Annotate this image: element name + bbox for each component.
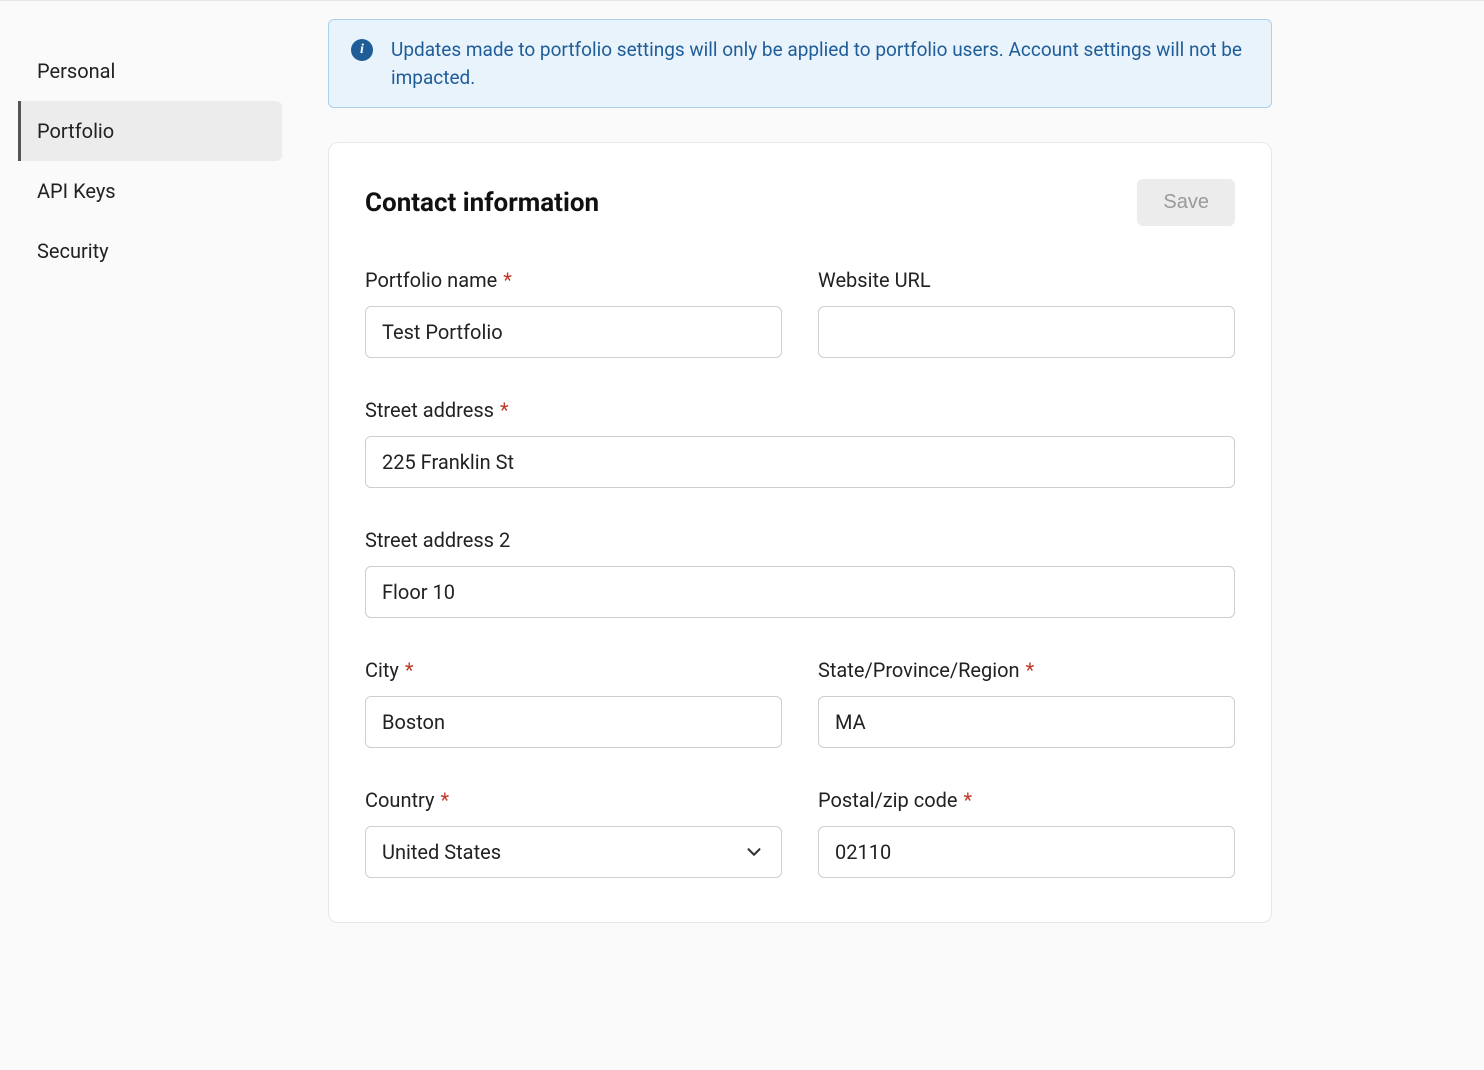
city-input[interactable] <box>365 696 782 748</box>
required-marker: * <box>1026 658 1035 682</box>
field-street-address: Street address* <box>365 398 1235 488</box>
info-banner: i Updates made to portfolio settings wil… <box>328 19 1272 108</box>
label-text: Street address <box>365 398 494 422</box>
website-url-input[interactable] <box>818 306 1235 358</box>
sidebar-item-portfolio[interactable]: Portfolio <box>18 101 282 161</box>
field-label: State/Province/Region* <box>818 658 1235 682</box>
label-text: State/Province/Region <box>818 658 1020 682</box>
label-text: Website URL <box>818 268 931 292</box>
required-marker: * <box>405 658 414 682</box>
field-website-url: Website URL <box>818 268 1235 358</box>
sidebar: Personal Portfolio API Keys Security <box>0 1 300 1070</box>
chevron-down-icon <box>743 841 765 863</box>
info-icon: i <box>351 39 373 61</box>
field-label: City* <box>365 658 782 682</box>
country-select[interactable]: United States <box>365 826 782 878</box>
label-text: City <box>365 658 399 682</box>
label-text: Street address 2 <box>365 528 510 552</box>
country-select-value: United States <box>382 840 501 864</box>
info-banner-text: Updates made to portfolio settings will … <box>391 36 1249 91</box>
label-text: Postal/zip code <box>818 788 958 812</box>
field-city: City* <box>365 658 782 748</box>
street-address-2-input[interactable] <box>365 566 1235 618</box>
label-text: Portfolio name <box>365 268 497 292</box>
save-button[interactable]: Save <box>1137 179 1235 226</box>
sidebar-item-label: API Keys <box>37 179 116 203</box>
sidebar-item-api-keys[interactable]: API Keys <box>18 161 282 221</box>
field-country: Country* United States <box>365 788 782 878</box>
portfolio-name-input[interactable] <box>365 306 782 358</box>
required-marker: * <box>964 788 973 812</box>
contact-info-card: Contact information Save Portfolio name*… <box>328 142 1272 923</box>
field-label: Postal/zip code* <box>818 788 1235 812</box>
card-title: Contact information <box>365 188 599 218</box>
street-address-input[interactable] <box>365 436 1235 488</box>
field-label: Website URL <box>818 268 1235 292</box>
field-portfolio-name: Portfolio name* <box>365 268 782 358</box>
field-label: Street address 2 <box>365 528 1235 552</box>
sidebar-item-label: Portfolio <box>37 119 114 143</box>
label-text: Country <box>365 788 434 812</box>
state-input[interactable] <box>818 696 1235 748</box>
field-label: Street address* <box>365 398 1235 422</box>
card-header: Contact information Save <box>365 179 1235 226</box>
main-content: i Updates made to portfolio settings wil… <box>300 1 1300 1070</box>
sidebar-item-label: Personal <box>37 59 115 83</box>
sidebar-item-personal[interactable]: Personal <box>18 41 282 101</box>
field-label: Portfolio name* <box>365 268 782 292</box>
field-street-address-2: Street address 2 <box>365 528 1235 618</box>
required-marker: * <box>440 788 449 812</box>
sidebar-item-label: Security <box>37 239 109 263</box>
required-marker: * <box>503 268 512 292</box>
field-label: Country* <box>365 788 782 812</box>
sidebar-item-security[interactable]: Security <box>18 221 282 281</box>
required-marker: * <box>500 398 509 422</box>
postal-input[interactable] <box>818 826 1235 878</box>
field-state: State/Province/Region* <box>818 658 1235 748</box>
field-postal: Postal/zip code* <box>818 788 1235 878</box>
